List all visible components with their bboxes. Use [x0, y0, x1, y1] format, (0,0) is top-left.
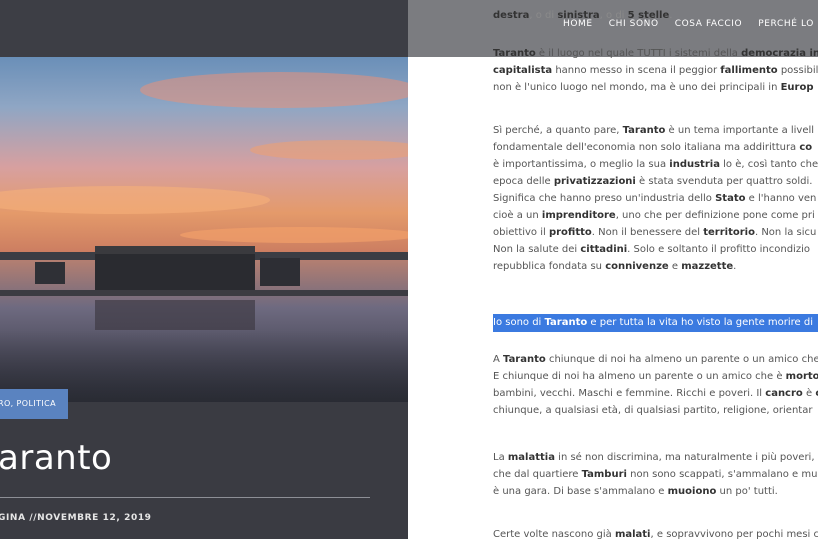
hero-image-panel: RO, POLITICA aranto GINA //NOVEMBRE 12, … [0, 0, 408, 539]
paragraph-5: Certe volte nascono già malati, e soprav… [493, 529, 818, 540]
paragraph-1: Taranto è il luogo nel quale TUTTI i sis… [493, 48, 818, 93]
nav-cosa-faccio[interactable]: COSA FACCIO [675, 19, 743, 29]
post-title: aranto [0, 438, 113, 478]
highlighted-quote[interactable]: Io sono di Taranto e per tutta la vita h… [493, 314, 818, 332]
nav-perche[interactable]: PERCHÉ LO FA [758, 19, 818, 29]
hero-top-band [0, 0, 408, 57]
title-divider [0, 497, 370, 498]
post-meta: GINA //NOVEMBRE 12, 2019 [0, 513, 152, 523]
paragraph-3: A Taranto chiunque di noi ha almeno un p… [493, 354, 818, 416]
paragraph-2: Sì perché, a quanto pare, Taranto è un t… [493, 125, 818, 272]
category-badge[interactable]: RO, POLITICA [0, 389, 68, 419]
paragraph-4: La malattia in sé non discrimina, ma nat… [493, 452, 818, 497]
paragraph-line: destra, o di sinistra, o di 5 stelle. [493, 10, 673, 21]
